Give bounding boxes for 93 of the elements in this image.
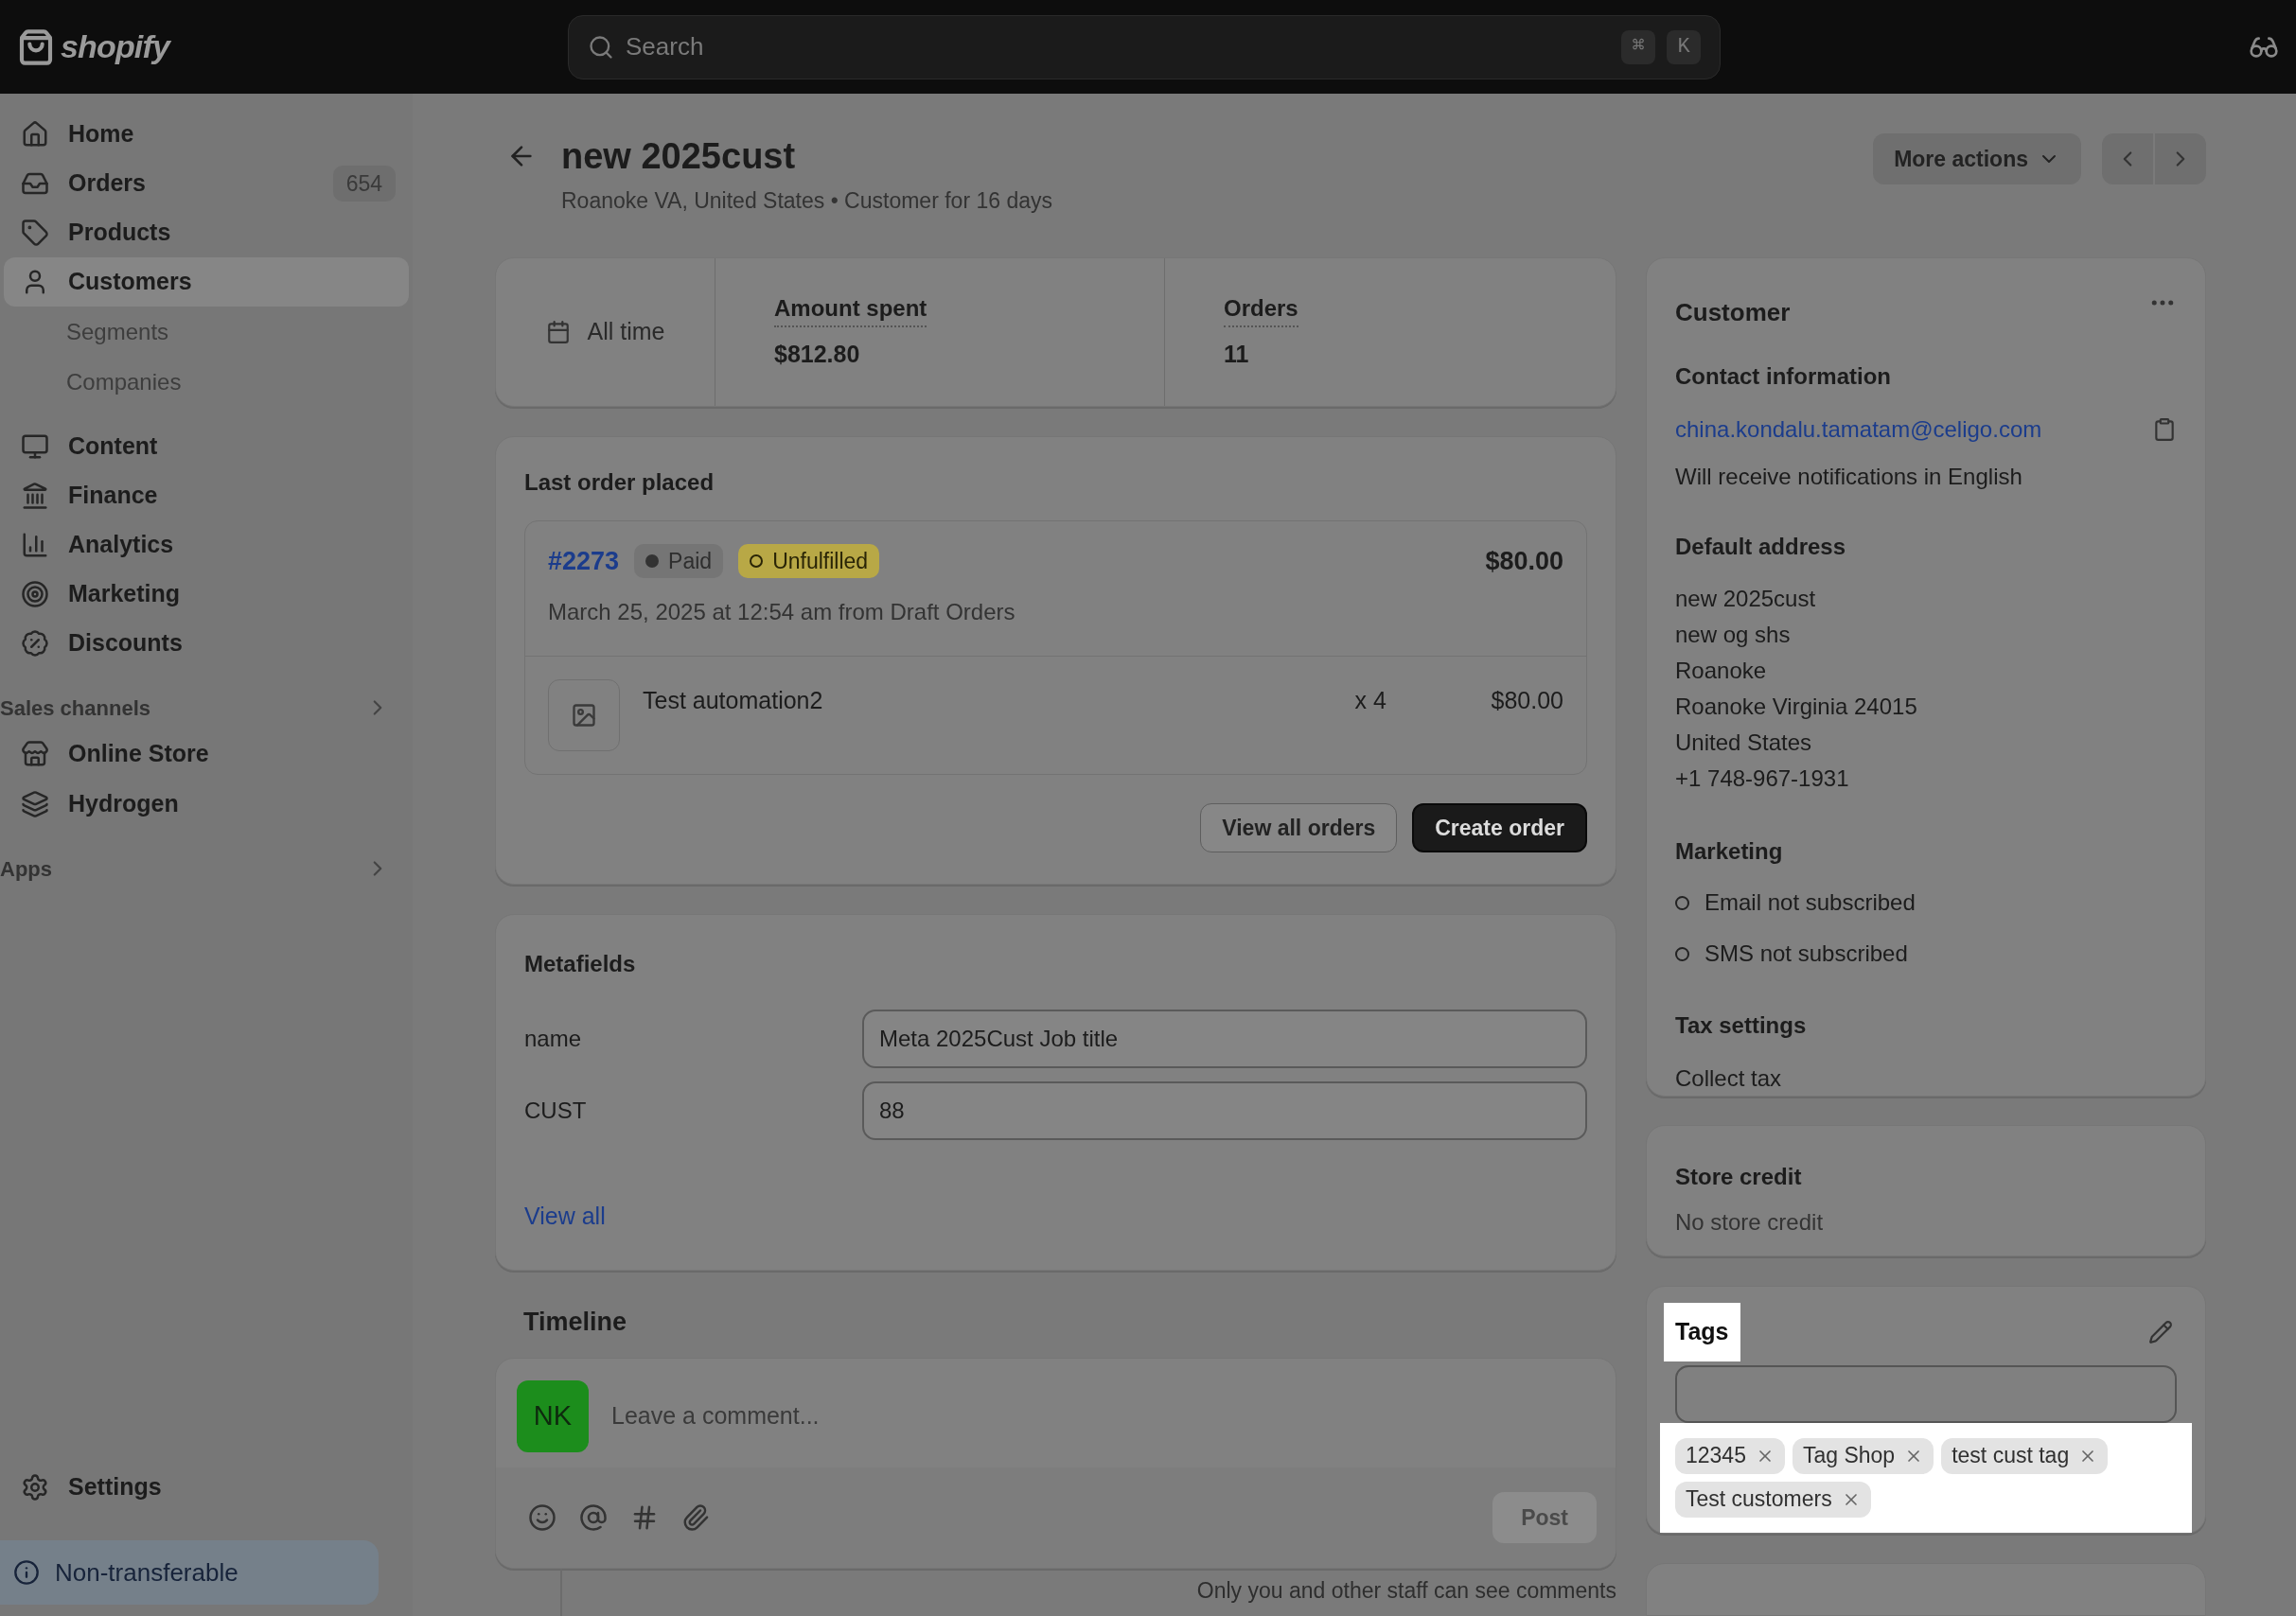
- store-credit-value: No store credit: [1675, 1208, 1825, 1237]
- clipboard-icon[interactable]: [2152, 417, 2177, 442]
- edit-icon[interactable]: [2148, 1319, 2173, 1344]
- nav-icon: [21, 739, 49, 768]
- search-icon: [588, 33, 614, 61]
- field-label: name: [524, 1024, 583, 1053]
- attachment-icon[interactable]: [681, 1503, 710, 1532]
- tax-value: Collect tax: [1675, 1064, 1783, 1093]
- nav-item[interactable]: Analytics: [4, 520, 409, 570]
- page-subtitle: Roanoke VA, United States • Customer for 16 days: [561, 187, 1053, 215]
- language-note: Will receive notifications in English: [1675, 463, 2023, 491]
- nav-icon: [21, 482, 49, 510]
- address-line: United States: [1675, 729, 1813, 757]
- product-name: Test automation2: [643, 686, 824, 716]
- nav-icon: [21, 789, 49, 818]
- status-badge: Paid: [634, 543, 724, 578]
- nav-icon: [21, 580, 49, 608]
- email-link[interactable]: china.kondalu.tamatam@celigo.com: [1675, 413, 2152, 447]
- info-icon: [13, 1559, 40, 1586]
- nav-subitem[interactable]: Segments: [4, 307, 409, 357]
- field-label: CUST: [524, 1096, 588, 1125]
- view-orders-button[interactable]: View all orders: [1200, 803, 1398, 853]
- nav-item[interactable]: Marketing: [4, 570, 409, 619]
- nav-icon: [21, 531, 49, 559]
- nav-item[interactable]: Hydrogen: [4, 779, 409, 829]
- marketing-status: SMS not subscribed: [1704, 940, 1908, 968]
- section-heading: Contact information: [1675, 362, 1892, 391]
- emoji-icon[interactable]: [528, 1503, 556, 1532]
- product-quantity: x 4: [1354, 686, 1387, 716]
- search-field[interactable]: Search ⌘ K: [568, 14, 1721, 79]
- nav-item[interactable]: Content: [4, 422, 409, 471]
- metric-value: $812.80: [774, 340, 861, 370]
- address-line: new 2025cust: [1675, 585, 1817, 613]
- settings-icon: [21, 1472, 49, 1502]
- card-heading: Store credit: [1675, 1163, 1803, 1191]
- timeline-heading: Timeline: [523, 1306, 628, 1338]
- tag-chip[interactable]: 12345: [1675, 1437, 1785, 1474]
- order-link[interactable]: #2273: [548, 541, 620, 581]
- address-line: Roanoke: [1675, 657, 1768, 685]
- nav-icon: [21, 219, 49, 247]
- section-heading: Default address: [1675, 533, 1847, 561]
- period-label[interactable]: All time: [587, 314, 665, 350]
- tag-chip[interactable]: Test customers: [1675, 1481, 1871, 1518]
- nav-icon: [21, 629, 49, 658]
- nav-item[interactable]: Discounts: [4, 619, 409, 668]
- section-header[interactable]: Sales channels: [0, 687, 413, 729]
- view-all-link[interactable]: View all: [524, 1198, 606, 1235]
- search-placeholder: Search: [626, 31, 705, 62]
- tag-chip[interactable]: test cust tag: [1941, 1437, 2109, 1474]
- address-line: +1 748-967-1931: [1675, 764, 1850, 793]
- address-line: Roanoke Virginia 24015: [1675, 693, 1918, 721]
- shortcut-key: K: [1667, 29, 1701, 64]
- comment-field[interactable]: Leave a comment...: [611, 1398, 1595, 1434]
- more-actions-button[interactable]: More actions: [1873, 133, 2081, 184]
- image-icon: [571, 702, 597, 729]
- card-heading: Last order placed: [524, 467, 715, 497]
- calendar-icon: [545, 319, 571, 344]
- nav-item[interactable]: Products: [4, 208, 409, 257]
- card-heading: Metafields: [524, 949, 637, 978]
- page-title: new 2025cust: [561, 135, 797, 178]
- status-badge: Unfulfilled: [738, 543, 880, 578]
- section-header[interactable]: Apps: [0, 848, 413, 889]
- input-field[interactable]: 88: [862, 1080, 1587, 1140]
- input-field[interactable]: Meta 2025Cust Job title: [862, 1009, 1587, 1068]
- nav-item[interactable]: Online Store: [4, 729, 409, 779]
- order-total: $80.00: [1485, 545, 1563, 577]
- notice-banner[interactable]: Non-transferable: [0, 1540, 379, 1605]
- marketing-status: Email not subscribed: [1704, 888, 1916, 917]
- metric-label: Orders: [1224, 291, 1298, 328]
- nav-icon: [21, 432, 49, 461]
- product-price: $80.00: [1491, 686, 1563, 716]
- nav-item[interactable]: Home: [4, 110, 409, 159]
- metric-value: 11: [1224, 340, 1250, 370]
- nav-item[interactable]: Customers: [4, 257, 409, 307]
- tag-chip[interactable]: Tag Shop: [1792, 1437, 1934, 1474]
- avatar: NK: [517, 1380, 589, 1452]
- section-heading: Marketing: [1675, 837, 1784, 866]
- comment-note: Only you and other staff can see comments: [1196, 1577, 1616, 1605]
- card-heading: Customer: [1675, 297, 1792, 328]
- order-date: March 25, 2025 at 12:54 am from Draft Orders: [548, 598, 1016, 627]
- nav-icon: [21, 120, 49, 149]
- nav-item[interactable]: Settings: [4, 1462, 409, 1512]
- address-line: new og shs: [1675, 621, 1792, 649]
- card-heading: Tags: [1664, 1302, 1740, 1361]
- nav-subitem[interactable]: Companies: [4, 357, 409, 407]
- mention-icon[interactable]: [579, 1503, 608, 1532]
- create-order-button[interactable]: Create order: [1412, 803, 1587, 853]
- shortcut-key: ⌘: [1621, 29, 1655, 64]
- section-heading: Tax settings: [1675, 1011, 1808, 1040]
- tag-input-field[interactable]: [1675, 1364, 2177, 1423]
- logo[interactable]: shopify: [61, 23, 169, 71]
- nav-item[interactable]: Finance: [4, 471, 409, 520]
- metric-label: Amount spent: [774, 291, 927, 328]
